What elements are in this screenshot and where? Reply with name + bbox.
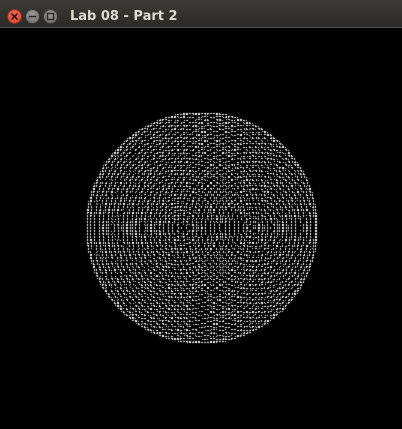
render-canvas-area [0, 28, 402, 429]
maximize-icon [46, 12, 55, 21]
close-icon [11, 13, 18, 20]
maximize-button[interactable] [43, 9, 58, 24]
window-controls [7, 9, 58, 24]
app-window: Lab 08 - Part 2 [0, 0, 402, 429]
minimize-button[interactable] [25, 9, 40, 24]
window-title: Lab 08 - Part 2 [70, 9, 178, 24]
title-bar[interactable]: Lab 08 - Part 2 [0, 0, 402, 28]
close-button[interactable] [7, 9, 22, 24]
dotted-circle-render [0, 28, 402, 429]
minimize-icon [28, 15, 37, 18]
